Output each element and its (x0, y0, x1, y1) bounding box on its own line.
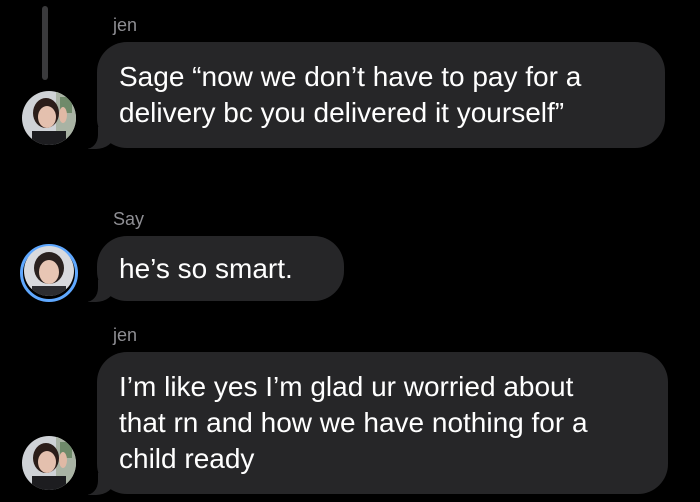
avatar-jen[interactable] (22, 436, 76, 490)
bubble-tail (80, 471, 114, 495)
message-text: I’m like yes I’m glad ur worried about t… (119, 371, 588, 474)
reply-thread-line (42, 6, 48, 80)
avatar-photo-icon (22, 436, 76, 490)
avatar-say[interactable] (24, 246, 74, 296)
message-sender-name: jen (113, 325, 138, 345)
message-bubble[interactable]: I’m like yes I’m glad ur worried about t… (80, 352, 668, 495)
avatar-jen[interactable] (22, 91, 76, 145)
message-bubble[interactable]: he’s so smart. (80, 236, 344, 302)
message-sender-name: jen (113, 15, 138, 35)
message-text: he’s so smart. (119, 253, 293, 284)
message-text: Sage “now we don’t have to pay for a del… (119, 61, 582, 128)
message-bubble[interactable]: Sage “now we don’t have to pay for a del… (80, 42, 665, 149)
bubble-tail (80, 125, 114, 149)
message-sender-name: Say (113, 209, 145, 229)
avatar-photo-icon (24, 246, 74, 296)
avatar-photo-icon (22, 91, 76, 145)
bubble-tail (80, 278, 114, 302)
